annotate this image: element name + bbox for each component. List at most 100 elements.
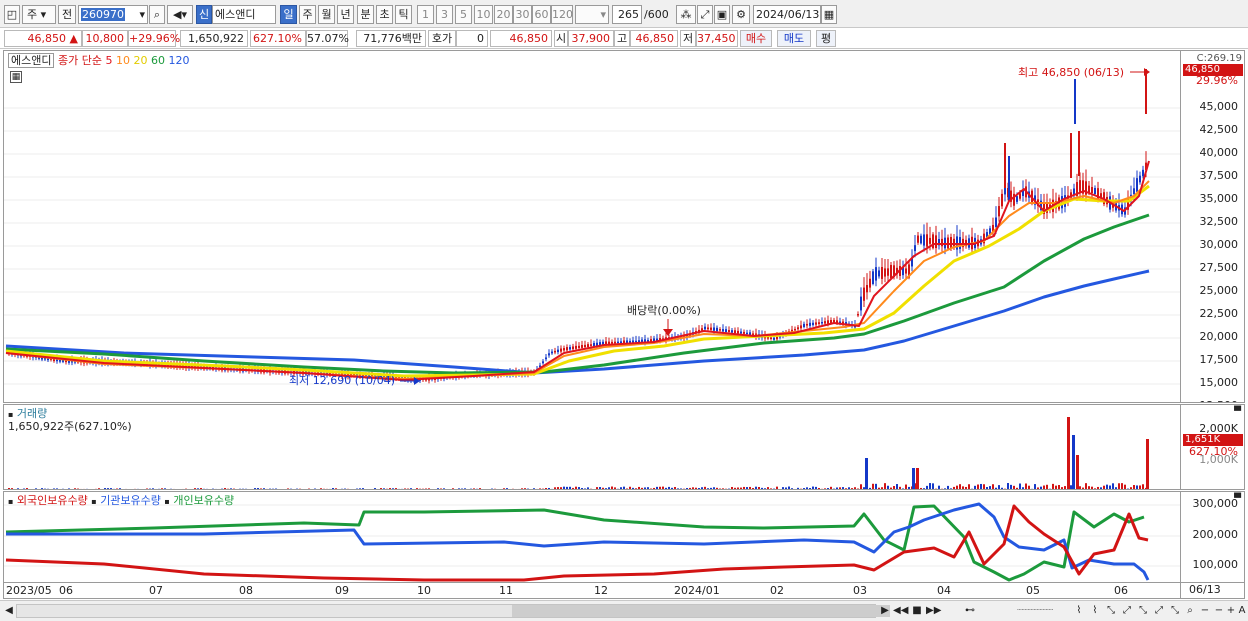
volume-bar: [344, 488, 346, 489]
zoom-search-icon[interactable]: ⌕: [1183, 603, 1197, 619]
volume-bar: [149, 488, 151, 489]
chart-scrollbar[interactable]: [16, 604, 890, 618]
candle-body: [1142, 169, 1144, 177]
holdings-legend: ▪ 외국인보유수량 ▪ 기관보유수량 ▪ 개인보유수량: [8, 494, 235, 507]
period-day-tab[interactable]: 일: [280, 5, 297, 24]
tool-icon-2[interactable]: ⌇: [1088, 603, 1102, 619]
period-tick-tab[interactable]: 틱: [395, 5, 412, 24]
interval-dropdown[interactable]: ▾: [575, 5, 609, 24]
volume-bar: [281, 489, 283, 490]
volume-panel-close-icon[interactable]: ▀: [1234, 406, 1241, 419]
save-icon[interactable]: ▣: [714, 5, 730, 24]
volume-bar: [155, 488, 157, 489]
period-year-tab[interactable]: 년: [337, 5, 354, 24]
bar-count-input[interactable]: 265: [612, 5, 642, 24]
volume-bar: [626, 488, 628, 489]
date-input[interactable]: 2024/06/13: [753, 5, 821, 24]
volume-bar: [431, 489, 433, 490]
font-size-icon[interactable]: A: [1236, 603, 1248, 619]
volume-bar: [959, 484, 961, 489]
volume-bar: [998, 485, 1000, 489]
candle-body: [872, 271, 874, 284]
market-type-select[interactable]: 주 ▾: [22, 5, 56, 24]
minute-60-button[interactable]: 60: [532, 5, 551, 24]
zoom-track[interactable]: ┈┈┈┈┈┈: [1000, 603, 1070, 619]
period-second-tab[interactable]: 초: [376, 5, 393, 24]
volume-bar: [929, 483, 931, 489]
buy-button[interactable]: 매수: [740, 30, 772, 47]
zoom-slider-icon[interactable]: ⊷: [950, 603, 990, 619]
tool-icon-1[interactable]: ⌇: [1072, 603, 1086, 619]
evaluation-button[interactable]: 평: [816, 30, 836, 47]
period-minute-tab[interactable]: 분: [357, 5, 374, 24]
scroll-right-icon[interactable]: ▶: [878, 603, 892, 619]
tool-icon-7[interactable]: ⤡: [1168, 603, 1182, 619]
volume-bar: [1007, 483, 1009, 489]
minute-1-button[interactable]: 1: [417, 5, 434, 24]
holdings-panel[interactable]: ▪ 외국인보유수량 ▪ 기관보유수량 ▪ 개인보유수량: [3, 491, 1181, 583]
rewind-icon[interactable]: ◀◀: [893, 603, 908, 619]
volume-bar: [1064, 486, 1066, 489]
volume-bar: [524, 488, 526, 489]
draw-tool-icon[interactable]: ⤢: [697, 5, 713, 24]
period-week-tab[interactable]: 주: [299, 5, 316, 24]
minute-3-button[interactable]: 3: [436, 5, 453, 24]
volume-bar: [761, 487, 763, 489]
scrollbar-thumb[interactable]: [512, 605, 890, 617]
speaker-icon[interactable]: ◀▾: [167, 5, 193, 24]
gear-icon[interactable]: ⚙: [732, 5, 750, 24]
volume-bar: [461, 488, 463, 489]
volume-bar: [542, 488, 544, 489]
dividend-annotation: 배당락(0.00%): [627, 304, 701, 317]
candle-body: [635, 340, 637, 343]
period-month-tab[interactable]: 월: [318, 5, 335, 24]
volume-bar: [71, 489, 73, 490]
volume-bar: [938, 485, 940, 489]
scroll-left-icon[interactable]: ◀: [2, 603, 16, 619]
minute-10-button[interactable]: 10: [474, 5, 493, 24]
x-axis: 2023/05 06 07 08 09 10 11 12 2024/01 02 …: [3, 583, 1181, 599]
high-annotation: 최고 46,850 (06/13): [1018, 66, 1125, 79]
fast-forward-icon[interactable]: ▶▶: [926, 603, 941, 619]
grid-toggle-icon[interactable]: ▦: [10, 71, 22, 83]
volume-panel[interactable]: ▪ 거래량 1,650,922주(627.10%): [3, 404, 1181, 490]
volume-bar: [890, 487, 892, 489]
volume-bar: [569, 486, 571, 489]
volume-bar: [707, 488, 709, 489]
volume-bar: [359, 488, 361, 489]
sell-button[interactable]: 매도: [777, 30, 811, 47]
calendar-icon[interactable]: ▦: [821, 5, 837, 24]
volume-bar: [215, 488, 217, 489]
volume-bar: [170, 488, 172, 489]
volume-bar: [839, 487, 841, 489]
volume-bar: [737, 487, 739, 489]
volume-bar: [1082, 487, 1084, 489]
candle-body: [596, 342, 598, 346]
price-chart-canvas: [4, 68, 1180, 385]
minute-5-button[interactable]: 5: [455, 5, 472, 24]
candle-body: [818, 322, 820, 324]
minute-120-button[interactable]: 120: [551, 5, 573, 24]
tool-icon-6[interactable]: ⤢: [1152, 603, 1166, 619]
zoom-out-icon[interactable]: −: [1198, 603, 1212, 619]
chart-type-icon[interactable]: ⁂: [676, 5, 696, 24]
tool-icon-3[interactable]: ⤡: [1104, 603, 1118, 619]
volume-bar: [965, 486, 967, 489]
window-menu-icon[interactable]: ◰: [4, 5, 20, 24]
stock-code-input[interactable]: 260970 ▾: [78, 5, 148, 24]
price-chart-panel[interactable]: 에스앤디 종가 단순 5 10 20 60 120 ▦ 최고 46,850 (0…: [3, 50, 1181, 403]
tool-icon-4[interactable]: ⤢: [1120, 603, 1134, 619]
volume-bar: [668, 486, 670, 489]
prev-button[interactable]: 전: [58, 5, 76, 24]
minute-20-button[interactable]: 20: [494, 5, 513, 24]
volume-bar: [125, 488, 127, 489]
volume-bar: [1040, 486, 1042, 489]
stock-name-field[interactable]: 에스앤디: [212, 5, 276, 24]
tool-icon-5[interactable]: ⤡: [1136, 603, 1150, 619]
volume-bar: [203, 488, 205, 489]
minute-30-button[interactable]: 30: [513, 5, 532, 24]
search-icon[interactable]: ⌕: [149, 5, 165, 24]
volume-bar: [302, 489, 304, 490]
stop-icon[interactable]: ■: [910, 603, 924, 619]
volume-bar: [1031, 488, 1033, 489]
